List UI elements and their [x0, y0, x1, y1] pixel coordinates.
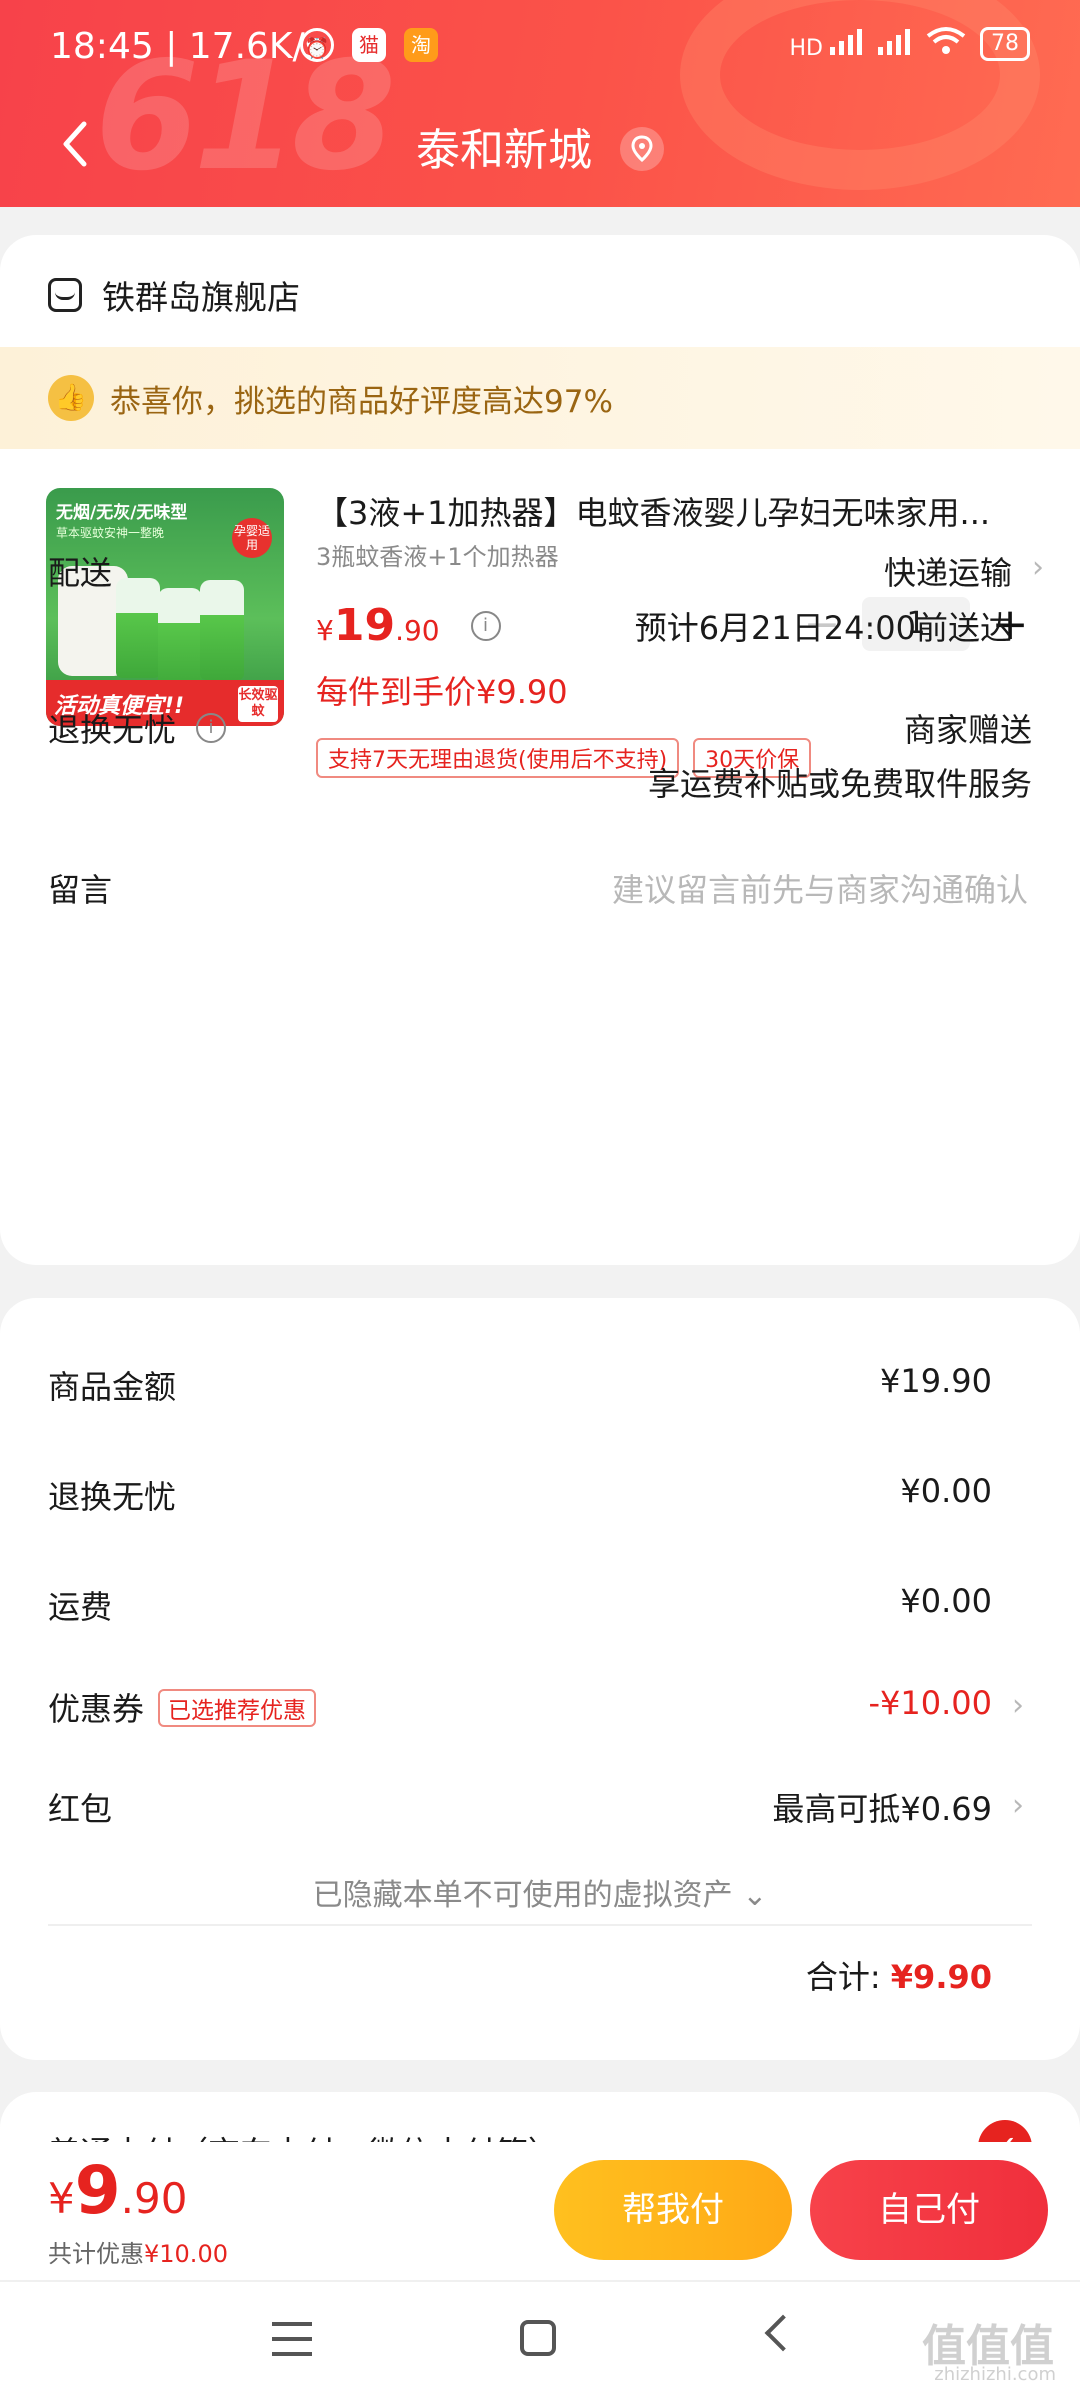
delivery-eta: 预计6月21日24:00前送达	[634, 609, 1012, 647]
shop-name: 铁群岛旗舰店	[102, 278, 300, 317]
product-image-tag: 长效驱蚊	[238, 686, 278, 722]
final-price: ¥9.90	[48, 2152, 187, 2229]
shipping-value: ¥0.00	[900, 1582, 992, 1620]
hidden-assets-toggle[interactable]: 已隐藏本单不可使用的虚拟资产 ⌄	[0, 1870, 1080, 1914]
thumbs-up-icon: 👍	[48, 375, 94, 421]
address-label: 泰和新城	[416, 125, 592, 176]
order-item-card: 铁群岛旗舰店 👍 恭喜你，挑选的商品好评度高达97% 无烟/无灰/无味型 草本驱…	[0, 235, 1080, 1265]
final-price-int: 9	[74, 2152, 121, 2229]
net-price: 每件到手价¥9.90	[316, 673, 568, 711]
status-bar: 18:45 | 17.6K/s ⏰ 猫 淘 HD 78	[0, 22, 1080, 78]
goods-amount-value: ¥19.90	[880, 1362, 992, 1400]
help-pay-button[interactable]: 帮我付	[554, 2160, 792, 2260]
coupon-tag: 已选推荐优惠	[158, 1689, 317, 1727]
signal-icon: HD	[790, 27, 864, 61]
self-pay-button[interactable]: 自己付	[810, 2160, 1048, 2260]
watermark-site: zhizhizhi.com	[934, 2364, 1056, 2385]
product-title[interactable]: 【3液+1加热器】电蚊香液婴儿孕妇无味家用...	[316, 488, 1036, 534]
return-fee-value: ¥0.00	[900, 1472, 992, 1510]
alarm-icon: ⏰	[300, 28, 334, 62]
nav-bar: 泰和新城	[0, 100, 1080, 190]
delivery-label: 配送	[48, 554, 113, 592]
praise-text: 恭喜你，挑选的商品好评度高达97%	[110, 383, 613, 420]
coupon-label: 优惠券 已选推荐优惠	[48, 1684, 317, 1730]
price-dec: .90	[395, 614, 440, 647]
return-fee-label: 退换无忧	[48, 1478, 177, 1516]
product-image[interactable]: 无烟/无灰/无味型 草本驱蚊安神一整晚 孕婴适用 活动真便宜!! 长效驱蚊	[46, 488, 284, 726]
location-pin-icon	[620, 127, 664, 171]
chevron-right-icon: ›	[1012, 1688, 1024, 1723]
wifi-icon	[926, 26, 966, 62]
praise-banner: 👍 恭喜你，挑选的商品好评度高达97%	[0, 347, 1080, 449]
home-icon[interactable]	[520, 2320, 556, 2356]
signal-icon-2	[878, 27, 912, 61]
delivery-method: 快递运输	[883, 554, 1012, 592]
battery-icon: 78	[980, 27, 1030, 61]
goods-amount-label: 商品金额	[48, 1368, 177, 1406]
price-symbol: ¥	[316, 614, 334, 647]
status-time: 18:45 | 17.6K/s	[50, 26, 324, 67]
menu-icon[interactable]	[272, 2322, 312, 2356]
chevron-right-icon: ›	[1032, 550, 1044, 585]
red-packet-label: 红包	[48, 1790, 113, 1828]
red-packet-value: 最高可抵¥0.69	[772, 1790, 992, 1828]
shop-row[interactable]: 铁群岛旗舰店	[48, 271, 300, 319]
total-discount: 共计优惠¥10.00	[48, 2240, 228, 2268]
bottle-graphic	[200, 580, 244, 680]
final-price-dec: .90	[120, 2174, 188, 2223]
price-summary-card: 商品金额 ¥19.90 退换无忧 ¥0.00 运费 ¥0.00 优惠券 已选推荐优…	[0, 1298, 1080, 2060]
bottle-graphic	[116, 578, 160, 678]
price-info-icon[interactable]: i	[470, 611, 501, 641]
shop-icon	[48, 278, 82, 312]
tmall-icon: 猫	[352, 28, 386, 62]
return-info-icon[interactable]: i	[196, 713, 227, 743]
final-price-symbol: ¥	[48, 2174, 75, 2223]
total-row: 合计: ¥9.90	[806, 1952, 992, 1998]
service-tag: 支持7天无理由退货(使用后不支持)	[316, 738, 680, 778]
return-service-line2: 享运费补贴或免费取件服务	[647, 765, 1032, 803]
product-price: ¥19.90 i	[316, 600, 501, 651]
return-service-label: 退换无忧 i	[48, 705, 227, 751]
price-int: 19	[333, 600, 396, 651]
address-title[interactable]: 泰和新城	[0, 114, 1080, 178]
product-image-subline: 草本驱蚊安神一整晚	[56, 526, 165, 540]
taobao-icon: 淘	[404, 28, 438, 62]
total-value: ¥9.90	[890, 1958, 992, 1996]
status-right: HD 78	[790, 26, 1030, 62]
message-label: 留言	[48, 871, 113, 909]
status-app-icons: ⏰ 猫 淘	[300, 28, 438, 62]
shipping-label: 运费	[48, 1588, 113, 1626]
system-nav-bar	[0, 2280, 1080, 2400]
product-image-badge: 孕婴适用	[232, 518, 272, 558]
back-nav-icon[interactable]	[764, 2314, 802, 2352]
header: 618 18:45 | 17.6K/s ⏰ 猫 淘 HD 78 泰和新城	[0, 0, 1080, 207]
bottle-graphic	[158, 588, 202, 688]
chevron-right-icon: ›	[1012, 1788, 1024, 1823]
divider	[48, 1924, 1032, 1926]
checkout-bar: ¥9.90 共计优惠¥10.00 帮我付 自己付	[0, 2142, 1080, 2280]
product-image-headline: 无烟/无灰/无味型	[56, 503, 188, 523]
message-input[interactable]: 建议留言前先与商家沟通确认	[612, 865, 1028, 911]
coupon-value: -¥10.00	[868, 1684, 992, 1722]
return-service-line1: 商家赠送	[903, 711, 1032, 749]
total-label: 合计:	[805, 1958, 881, 1996]
product-spec[interactable]: 3瓶蚊香液+1个加热器	[316, 537, 559, 572]
